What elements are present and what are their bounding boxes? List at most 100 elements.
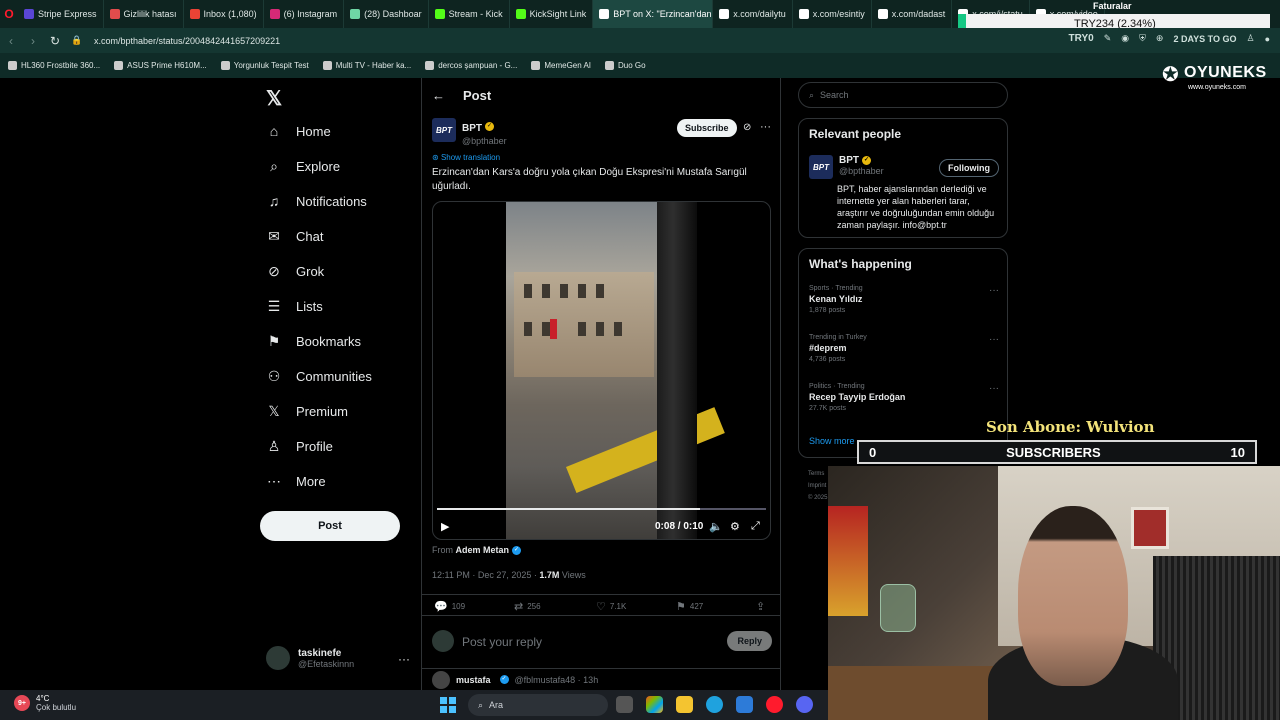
subscribe-button[interactable]: Subscribe [677, 119, 737, 137]
post-author[interactable]: BPT BPT ✓ @bpthaber [432, 118, 507, 146]
browser-tab[interactable]: BPT on X: "Erzincan'dan [593, 0, 714, 28]
footer-link[interactable]: Terms [808, 468, 827, 480]
account-switcher[interactable]: taskinefe @Efetaskinnn ··· [266, 646, 416, 670]
more-icon[interactable]: ··· [760, 121, 771, 133]
bookmark-item[interactable]: dercos şampuan - G... [425, 61, 517, 70]
reply-button[interactable]: Reply [727, 631, 772, 651]
share-action[interactable]: ⇪ [756, 600, 765, 613]
more-icon[interactable]: ··· [989, 383, 999, 394]
browser-tab[interactable]: (28) Dashboar [344, 0, 429, 28]
taskbar-search[interactable]: ⌕ Ara [468, 694, 608, 716]
forward-icon[interactable]: › [22, 34, 44, 48]
currency-indicator[interactable]: TRY0 [1069, 33, 1094, 44]
tab-label: x.com/dailytu [733, 9, 786, 19]
browser-tab[interactable]: Gizlilik hatası [104, 0, 184, 28]
discord-icon[interactable] [796, 696, 813, 713]
bookmark-item[interactable]: ASUS Prime H610M... [114, 61, 207, 70]
nav-item-notifications[interactable]: ♫ Notifications [266, 193, 367, 209]
edit-icon[interactable]: ✎ [1104, 33, 1112, 44]
bookmark-favicon-icon [220, 61, 230, 70]
bookmark-item[interactable]: MemeGen AI [531, 61, 591, 70]
bookmark-item[interactable]: HL360 Frostbite 360... [8, 61, 100, 70]
author-name[interactable]: BPT [462, 123, 482, 134]
settings-icon[interactable]: ⚙ [730, 520, 740, 533]
volume-icon[interactable]: 🔈 [709, 520, 723, 533]
nav-item-explore[interactable]: ⌕ Explore [266, 158, 340, 174]
browser-tab[interactable]: KickSight Link [510, 0, 594, 28]
footer-link[interactable]: Imprint [808, 480, 827, 492]
author-handle[interactable]: @bpthaber [462, 136, 507, 146]
back-icon[interactable]: ‹ [0, 34, 22, 48]
more-icon[interactable]: ··· [989, 285, 999, 296]
play-icon[interactable]: ▶ [441, 520, 449, 533]
nav-item-bookmarks[interactable]: ⚑ Bookmarks [266, 333, 361, 349]
nav-item-more[interactable]: ⋯ More [266, 473, 326, 489]
more-icon[interactable]: ··· [989, 334, 999, 345]
nav-item-chat[interactable]: ✉ Chat [266, 228, 323, 244]
bookmark-item[interactable]: Duo Go [605, 61, 646, 70]
store-icon[interactable] [736, 696, 753, 713]
nav-item-lists[interactable]: ☰ Lists [266, 298, 323, 314]
nav-item-profile[interactable]: ♙ Profile [266, 438, 333, 454]
reply-input[interactable]: Post your reply [462, 635, 542, 649]
grok-icon[interactable]: ⊘ [743, 122, 751, 133]
x-logo-icon[interactable]: 𝕏 [266, 86, 282, 111]
opera-logo-icon[interactable]: O [0, 0, 18, 28]
nav-item-home[interactable]: ⌂ Home [266, 123, 331, 139]
nav-item-communities[interactable]: ⚇ Communities [266, 368, 372, 384]
repost-action[interactable]: ⇄ 256 [514, 600, 541, 613]
file-explorer-icon[interactable] [676, 696, 693, 713]
trend-item[interactable]: Trending in Turkey #deprem 4,736 posts ··· [809, 334, 999, 363]
trend-item[interactable]: Politics · Trending Recep Tayyip Erdoğan 2… [809, 383, 999, 412]
fullscreen-icon[interactable]: ⤢ [751, 520, 760, 533]
reply-post[interactable]: mustafa ✓ @fblmustafa48 · 13h [422, 668, 780, 690]
url-field[interactable]: x.com/bpthaber/status/200484244165720922… [94, 36, 280, 46]
shield-icon[interactable]: ⛨ [1139, 33, 1146, 44]
following-button[interactable]: Following [939, 159, 999, 177]
show-more-link[interactable]: Show more [809, 436, 855, 446]
search-input[interactable]: ⌕ Search [798, 82, 1008, 108]
browser-tab[interactable]: Inbox (1,080) [184, 0, 264, 28]
task-view-icon[interactable] [616, 696, 633, 713]
more-icon[interactable]: ··· [398, 652, 410, 666]
relevant-user-avatar[interactable]: BPT [809, 155, 833, 179]
opera-icon[interactable] [766, 696, 783, 713]
trend-item[interactable]: Sports · Trending Kenan Yıldız 1,878 posts… [809, 285, 999, 314]
browser-tab[interactable]: x.com/dadast [872, 0, 953, 28]
camera-icon[interactable]: ◉ [1121, 33, 1129, 44]
avatar[interactable] [432, 670, 450, 689]
browser-tab[interactable]: (6) Instagram [264, 0, 345, 28]
back-arrow-icon[interactable]: ← [432, 88, 445, 103]
nav-item-premium[interactable]: 𝕏 Premium [266, 403, 348, 419]
source-name[interactable]: Adem Metan [456, 545, 510, 555]
nav-item-grok[interactable]: ⊘ Grok [266, 263, 324, 279]
author-avatar[interactable]: BPT [432, 118, 456, 142]
video-player[interactable]: ▶ 0:08 / 0:10 🔈 ⚙ ⤢ [432, 201, 771, 540]
browser-tab[interactable]: x.com/dailytu [713, 0, 793, 28]
extension-icon[interactable]: ● [1265, 34, 1270, 44]
video-progress-bar[interactable] [437, 508, 766, 510]
relevant-user[interactable]: BPT BPT ✓ @bpthaber [809, 155, 884, 179]
promo-label[interactable]: 2 DAYS TO GO [1173, 34, 1236, 44]
reload-icon[interactable]: ↻ [44, 34, 66, 48]
edge-icon[interactable] [706, 696, 723, 713]
bookmark-item[interactable]: Multi TV - Haber ka... [322, 61, 411, 70]
windows-start-icon[interactable] [440, 697, 456, 713]
like-action[interactable]: ♡ 7.1K [596, 600, 626, 613]
post-timestamp[interactable]: 12:11 PM · Dec 27, 2025 · [432, 570, 539, 580]
profile-icon[interactable]: ♙ [1246, 33, 1254, 44]
browser-tab[interactable]: Stripe Express [18, 0, 104, 28]
copilot-icon[interactable] [646, 696, 663, 713]
weather-widget[interactable]: 9+ 4°C Çok bulutlu [14, 694, 76, 712]
bookmark-item[interactable]: Yorgunluk Tespit Test [220, 61, 309, 70]
video-frame[interactable] [506, 202, 725, 539]
browser-tab[interactable]: x.com/esintiy [793, 0, 872, 28]
bookmark-action[interactable]: ⚑ 427 [676, 600, 703, 613]
relevant-user-name[interactable]: BPT [839, 155, 859, 166]
reply-action[interactable]: 💬 109 [434, 600, 465, 613]
browser-tab[interactable]: Stream - Kick [429, 0, 510, 28]
show-translation-link[interactable]: ⊛ Show translation [432, 153, 500, 162]
reply-author-name[interactable]: mustafa [456, 675, 491, 685]
flow-icon[interactable]: ⊕ [1156, 33, 1164, 44]
post-button[interactable]: Post [260, 511, 400, 541]
